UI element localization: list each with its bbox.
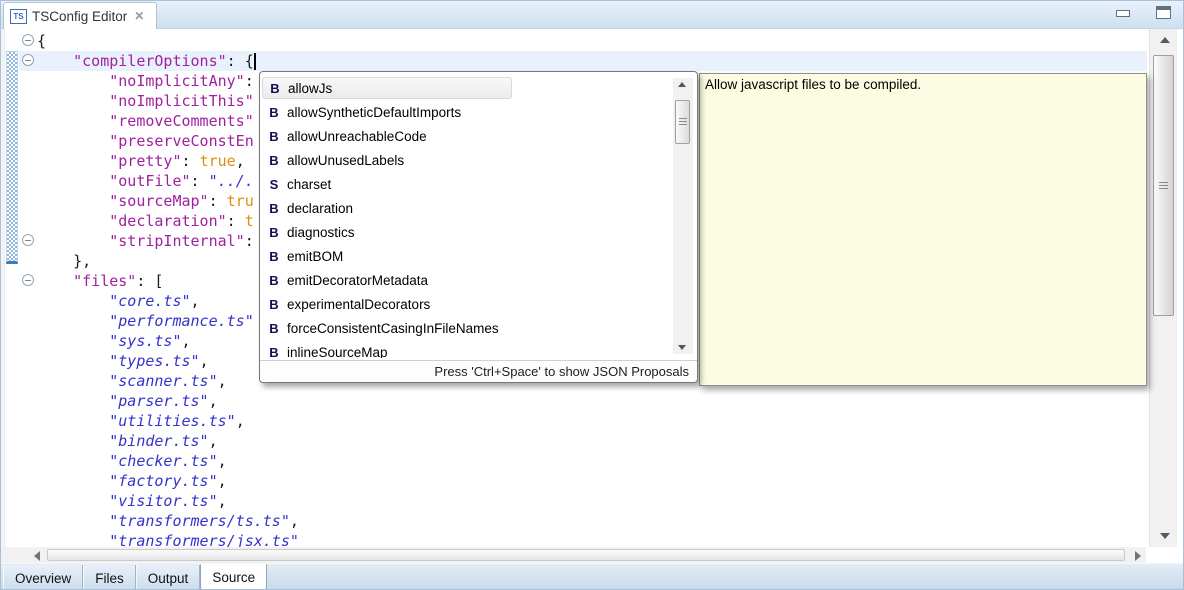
maximize-icon[interactable] [1156,6,1171,19]
code-line[interactable]: "compilerOptions": { [37,51,1147,71]
ts-file-icon: TS [10,8,27,24]
code-line[interactable]: "transformers/jsx.ts" [37,531,1147,547]
string-type-icon: S [269,176,279,192]
scrollbar-grip [1159,182,1168,190]
tab-files[interactable]: Files [83,565,136,589]
completion-item-charset[interactable]: Scharset [262,172,671,196]
popup-scrollbar-thumb[interactable] [675,100,690,144]
boolean-type-icon: B [269,320,279,336]
code-line[interactable]: "checker.ts", [37,451,1147,471]
minimize-icon[interactable] [1116,10,1130,17]
boolean-type-icon: B [269,296,279,312]
popup-status-bar: Press 'Ctrl+Space' to show JSON Proposal… [260,360,697,382]
popup-status-text: Press 'Ctrl+Space' to show JSON Proposal… [434,364,689,379]
completion-item-label: inlineSourceMap [287,344,388,359]
completion-item-label: emitDecoratorMetadata [287,272,429,288]
doc-tooltip: Allow javascript files to be compiled. [699,73,1147,386]
horizontal-scrollbar[interactable] [29,547,1146,563]
text-cursor [253,53,256,70]
boolean-type-icon: B [269,104,279,120]
code-line[interactable]: "transformers/ts.ts", [37,511,1147,531]
scroll-right-icon[interactable] [1135,551,1141,561]
fold-collapse-icon[interactable] [22,34,34,46]
completion-popup: BallowJs BallowSyntheticDefaultImports Bal… [259,71,698,383]
completion-item-declaration[interactable]: Bdeclaration [262,196,671,220]
completion-item-experimentalDecorators[interactable]: BexperimentalDecorators [262,292,671,316]
close-icon[interactable]: ✕ [134,9,144,23]
popup-scroll-up-icon[interactable] [678,82,686,87]
doc-tooltip-text: Allow javascript files to be compiled. [705,77,922,92]
completion-item-label: allowJs [288,80,333,96]
fold-range-indicator [6,51,18,264]
scrollbar-corner [1,547,29,563]
boolean-type-icon: B [269,248,279,264]
scroll-up-icon[interactable] [1160,37,1170,43]
completion-item-allowUnreachableCode[interactable]: BallowUnreachableCode [262,124,671,148]
boolean-type-icon: B [269,272,279,288]
scroll-left-icon[interactable] [34,551,40,561]
completion-item-label: diagnostics [287,224,355,240]
tab-output[interactable]: Output [135,565,201,589]
code-line[interactable]: "factory.ts", [37,471,1147,491]
fold-collapse-icon[interactable] [22,234,34,246]
boolean-type-icon: B [269,200,279,216]
completion-item-label: forceConsistentCasingInFileNames [287,320,499,336]
fold-collapse-icon[interactable] [22,274,34,286]
completion-item-label: allowUnusedLabels [287,152,405,168]
view-controls [1116,6,1171,19]
popup-scrollbar[interactable] [673,78,693,354]
tsconfig-editor-window: TS TSConfig Editor ✕ { "compilerOptions"… [0,0,1184,590]
completion-item-emitDecoratorMetadata[interactable]: BemitDecoratorMetadata [262,268,671,292]
completion-item-label: emitBOM [287,248,344,264]
popup-scroll-down-icon[interactable] [678,345,686,350]
boolean-type-icon: B [269,152,279,168]
tab-overview[interactable]: Overview [3,565,84,589]
completion-item-allowJs[interactable]: BallowJs [262,77,512,99]
boolean-type-icon: B [269,344,279,359]
completion-item-inlineSourceMap[interactable]: BinlineSourceMap [262,340,671,359]
code-line[interactable]: "utilities.ts", [37,411,1147,431]
completion-item-forceConsistentCasingInFileNames[interactable]: BforceConsistentCasingInFileNames [262,316,671,340]
editor-tab-title: TSConfig Editor [32,8,128,24]
completion-item-label: experimentalDecorators [287,296,431,312]
completion-item-emitBOM[interactable]: BemitBOM [262,244,671,268]
code-line[interactable]: "parser.ts", [37,391,1147,411]
completion-item-allowUnusedLabels[interactable]: BallowUnusedLabels [262,148,671,172]
vertical-scrollbar-thumb[interactable] [1153,55,1174,316]
popup-scrollbar-grip [679,118,687,126]
completion-list: BallowJs BallowSyntheticDefaultImports Bal… [262,76,671,358]
tab-tsconfig-editor[interactable]: TS TSConfig Editor ✕ [3,2,157,29]
completion-item-label: allowSyntheticDefaultImports [287,104,462,120]
boolean-type-icon: B [269,128,279,144]
completion-item-allowSyntheticDefaultImports[interactable]: BallowSyntheticDefaultImports [262,100,671,124]
tab-source[interactable]: Source [200,564,268,589]
marker-ruler [1,29,5,547]
horizontal-scrollbar-thumb[interactable] [47,549,1125,561]
completion-item-diagnostics[interactable]: Bdiagnostics [262,220,671,244]
editor-tab-bar: TS TSConfig Editor ✕ [1,1,1183,29]
fold-collapse-icon[interactable] [22,54,34,66]
bottom-tab-bar: Overview Files Output Source [1,563,1183,589]
boolean-type-icon: B [270,80,280,96]
code-line[interactable]: "binder.ts", [37,431,1147,451]
completion-item-label: allowUnreachableCode [287,128,427,144]
code-line[interactable]: { [37,31,1147,51]
completion-item-label: declaration [287,200,354,216]
boolean-type-icon: B [269,224,279,240]
scroll-down-icon[interactable] [1160,533,1170,539]
completion-item-label: charset [287,176,332,192]
vertical-scrollbar[interactable] [1149,29,1177,547]
code-line[interactable]: "visitor.ts", [37,491,1147,511]
